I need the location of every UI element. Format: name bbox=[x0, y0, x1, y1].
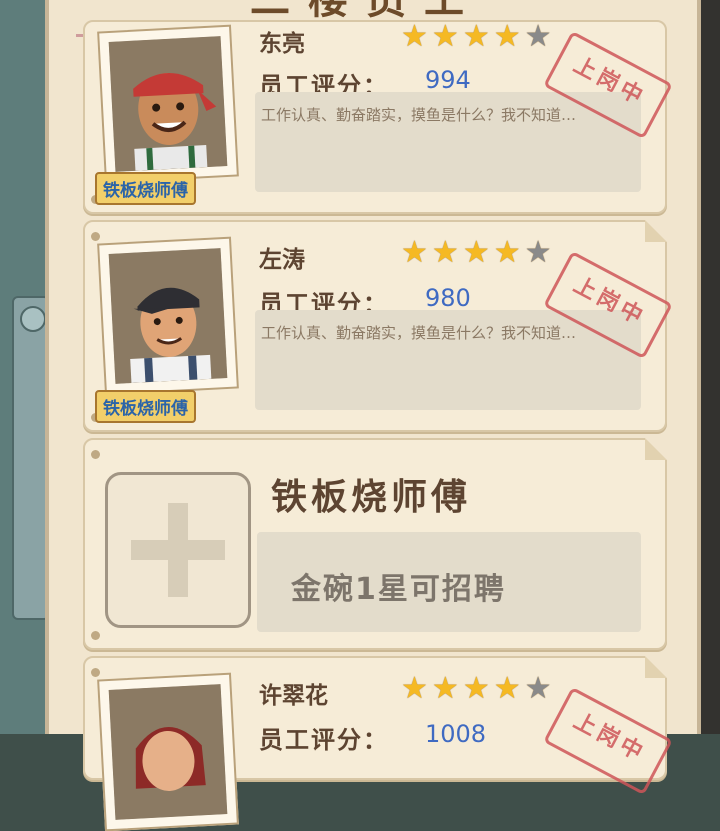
page-fold-icon bbox=[645, 220, 667, 242]
page-fold-icon bbox=[645, 656, 667, 678]
employee-name: 东亮 bbox=[259, 31, 305, 57]
employee-card[interactable]: 铁板烧师傅 左涛 ★ ★ ★ ★ ★ 员工评分： 980 工作认真、勤奋踏实，摸… bbox=[83, 220, 673, 432]
employee-name: 许翠花 bbox=[259, 683, 328, 709]
vacancy-card[interactable]: 铁板烧师傅 金碗1星可招聘 bbox=[83, 438, 667, 650]
vacancy-role-title: 铁板烧师傅 bbox=[271, 477, 472, 518]
door-knob bbox=[20, 306, 46, 332]
employee-card[interactable]: 铁板烧师傅 东亮 ★ ★ ★ ★ ★ 员工评分： 994 工作认真、勤奋踏实，摸… bbox=[83, 20, 673, 214]
employee-portrait[interactable] bbox=[97, 236, 239, 396]
role-tag: 铁板烧师傅 bbox=[95, 172, 196, 205]
avatar bbox=[108, 248, 228, 384]
pin-icon bbox=[91, 631, 100, 640]
star-icon: ★ bbox=[401, 235, 428, 270]
pin-icon bbox=[91, 232, 100, 241]
score-value: 980 bbox=[425, 284, 471, 312]
chef-avatar-icon bbox=[108, 684, 228, 820]
star-icon: ★ bbox=[493, 671, 521, 706]
star-rating: ★ ★ ★ ★ ★ bbox=[401, 238, 552, 268]
employee-portrait[interactable] bbox=[97, 24, 239, 184]
avatar bbox=[108, 36, 228, 172]
score-label: 员工评分： bbox=[259, 726, 389, 754]
star-icon: ★ bbox=[401, 671, 428, 706]
page-fold-icon bbox=[645, 438, 667, 460]
score-value: 994 bbox=[425, 66, 471, 94]
requirement-box: 金碗1星可招聘 bbox=[257, 532, 641, 632]
pin-icon bbox=[91, 668, 100, 677]
hire-requirement: 金碗1星可招聘 bbox=[291, 572, 506, 607]
star-icon: ★ bbox=[462, 19, 490, 54]
employee-portrait[interactable] bbox=[97, 672, 239, 831]
star-icon: ★ bbox=[462, 671, 490, 706]
star-icon: ★ bbox=[493, 235, 521, 270]
chef-avatar-icon bbox=[108, 248, 228, 384]
score-value: 1008 bbox=[425, 720, 487, 748]
star-icon: ★ bbox=[431, 19, 459, 54]
star-empty-icon: ★ bbox=[524, 671, 552, 706]
star-empty-icon: ★ bbox=[524, 235, 552, 270]
page-title: 二楼员工 bbox=[250, 0, 482, 23]
role-tag: 铁板烧师傅 bbox=[95, 390, 196, 423]
employee-card[interactable]: 许翠花 ★ ★ ★ ★ ★ 员工评分： 1008 上岗中 bbox=[83, 656, 673, 831]
star-icon: ★ bbox=[462, 235, 490, 270]
chef-avatar-icon bbox=[108, 36, 228, 172]
star-icon: ★ bbox=[401, 19, 428, 54]
star-rating: ★ ★ ★ ★ ★ bbox=[401, 674, 552, 704]
plus-icon-bar bbox=[131, 540, 225, 560]
star-icon: ★ bbox=[431, 235, 459, 270]
star-empty-icon: ★ bbox=[524, 19, 552, 54]
star-icon: ★ bbox=[493, 19, 521, 54]
hire-add-button[interactable] bbox=[105, 472, 251, 628]
star-icon: ★ bbox=[431, 671, 459, 706]
employee-description: 工作认真、勤奋踏实，摸鱼是什么？我不知道… bbox=[261, 106, 577, 124]
employee-name: 左涛 bbox=[259, 247, 305, 273]
avatar bbox=[108, 684, 228, 820]
on-duty-stamp: 上岗中 bbox=[543, 686, 673, 796]
pin-icon bbox=[91, 450, 100, 459]
star-rating: ★ ★ ★ ★ ★ bbox=[401, 22, 552, 52]
